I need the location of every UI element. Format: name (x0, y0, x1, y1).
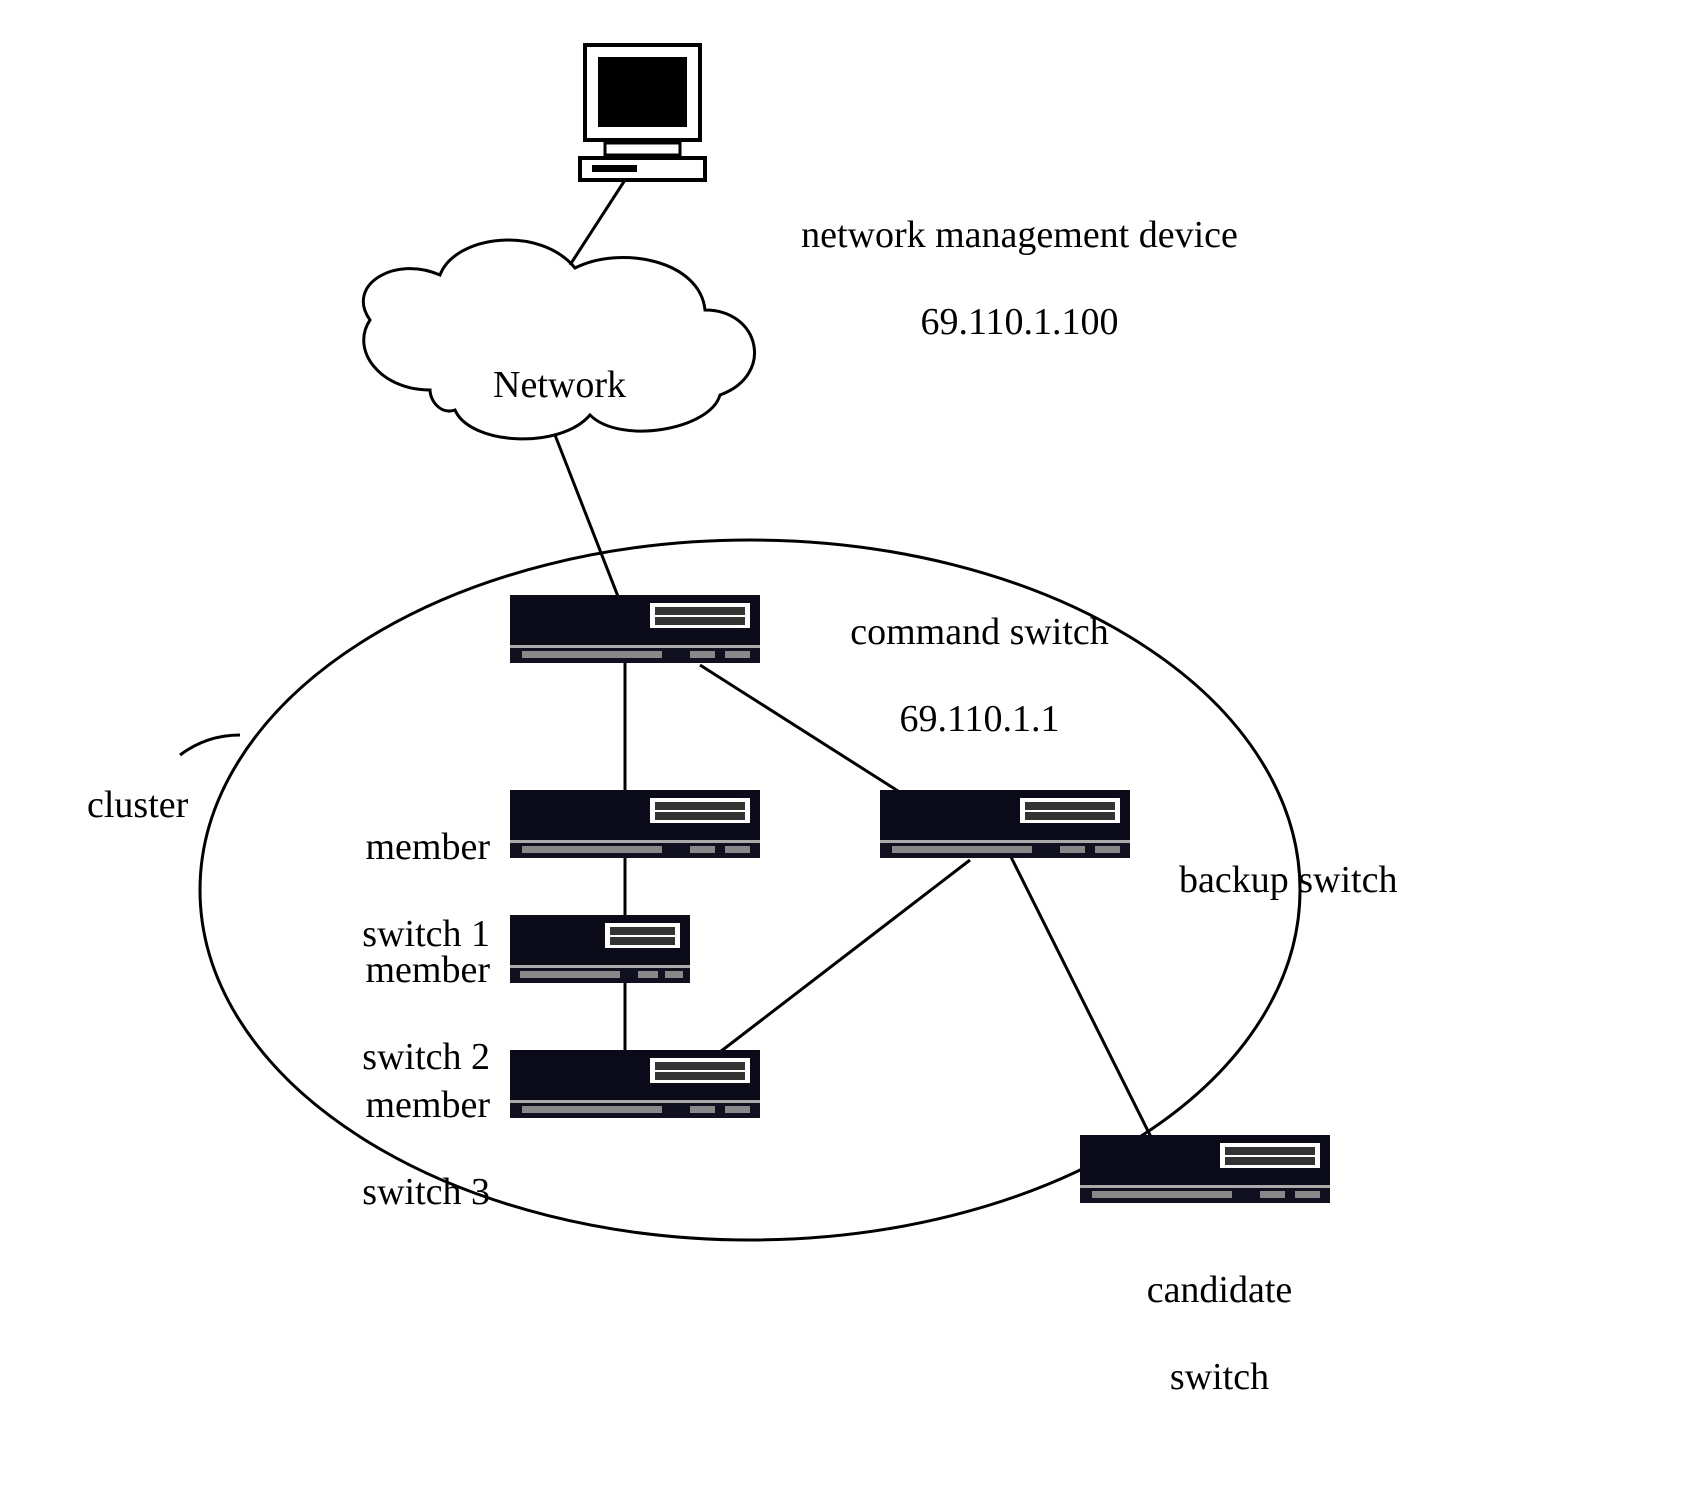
backup-switch-icon (880, 790, 1130, 858)
link-nmd-to-network (570, 180, 625, 265)
command-switch-label: command switch 69.110.1.1 (810, 567, 1130, 742)
member-switch-3-label: member switch 3 (290, 1040, 490, 1215)
nmd-label-line1: network management device (801, 214, 1238, 256)
candidate-switch-label: candidate switch (1100, 1225, 1320, 1400)
command-switch-icon (510, 595, 760, 663)
network-label: Network (450, 320, 650, 407)
nmd-label-line2: 69.110.1.100 (920, 301, 1118, 343)
backup-switch-label: backup switch (1160, 815, 1397, 902)
member-switch-2-icon (510, 915, 690, 983)
member2-line1: member (365, 949, 490, 991)
command-switch-label-line1: command switch (850, 611, 1109, 653)
member-switch-1-icon (510, 790, 760, 858)
member3-line1: member (365, 1084, 490, 1126)
nmd-label: network management device 69.110.1.100 (740, 170, 1280, 345)
member1-line1: member (365, 826, 490, 868)
candidate-line1: candidate (1147, 1269, 1293, 1311)
command-switch-label-line2: 69.110.1.1 (899, 698, 1059, 740)
member-switch-3-icon (510, 1050, 760, 1118)
diagram-canvas: network management device 69.110.1.100 N… (0, 0, 1682, 1505)
computer-icon (580, 45, 705, 180)
cluster-label: cluster (68, 740, 188, 827)
candidate-switch-icon (1080, 1135, 1330, 1203)
member3-line2: switch 3 (362, 1171, 490, 1213)
cluster-label-pointer (180, 735, 240, 755)
link-backup-to-member3 (690, 860, 970, 1075)
candidate-line2: switch (1170, 1356, 1269, 1398)
